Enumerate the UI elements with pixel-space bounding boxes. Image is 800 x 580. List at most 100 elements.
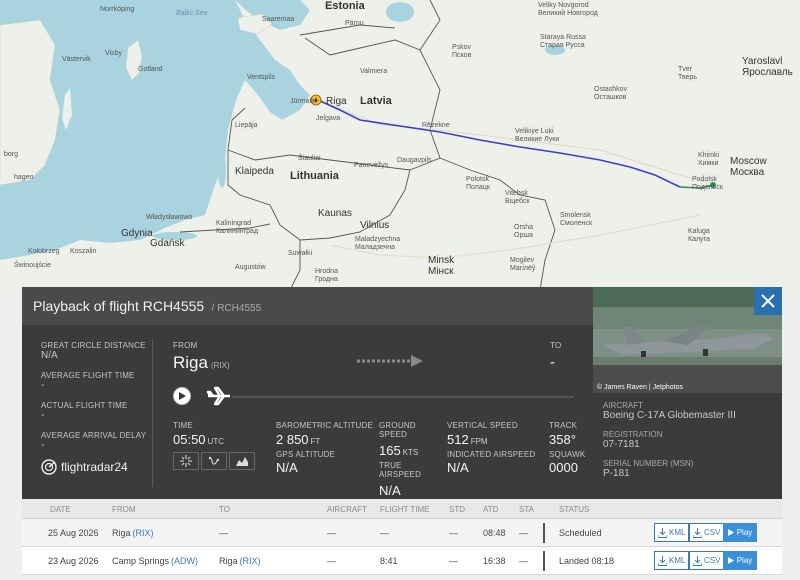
label-tver: Tver Тверь [678, 66, 698, 81]
label-vitebsk: Vitebsk Віцебск [505, 190, 530, 205]
header-date: DATE [50, 505, 71, 514]
header-aircraft: AIRCRAFT [327, 505, 367, 514]
great-circle-distance-value: N/A [41, 350, 58, 361]
cell-to-code[interactable]: (RIX) [240, 556, 261, 566]
label-daugavpils: Daugavpils [397, 157, 432, 164]
from-label: FROM [173, 341, 198, 350]
play-icon [727, 557, 734, 564]
label-siauliai: Šiauliai [298, 155, 321, 162]
download-icon [658, 527, 667, 538]
aircraft-value: Boeing C-17A Globemaster III [603, 410, 736, 421]
cell-aircraft: — [327, 556, 336, 566]
kml-download-button[interactable]: KML [654, 523, 690, 542]
serial-number-label: SERIAL NUMBER (MSN) [603, 459, 694, 468]
actual-flight-time-label: ACTUAL FLIGHT TIME [41, 401, 128, 410]
label-kaunas: Kaunas [318, 208, 352, 219]
graph-icon [236, 457, 248, 466]
vertical-speed-value: 512 [447, 432, 469, 447]
label-polotsk: Polotsk Полацк [466, 176, 490, 191]
cell-from-city: Riga [112, 528, 131, 538]
cell-from-code[interactable]: (ADW) [171, 556, 198, 566]
download-icon [693, 555, 702, 566]
playback-timeline[interactable] [232, 396, 574, 398]
route-icon [208, 456, 220, 465]
label-saaremaa: Saaremaa [262, 16, 295, 23]
table-row[interactable]: 25 Aug 2026 Riga (RIX) — — — — 08:48 — Sc… [22, 519, 782, 547]
altitude-graph-button[interactable] [229, 452, 255, 470]
baro-altitude-value: 2 850 [276, 432, 309, 447]
label-koszalin: Koszalin [70, 248, 97, 255]
label-yaroslavl: Yaroslavl Ярославль [742, 56, 793, 78]
cell-std: — [449, 528, 458, 538]
label-parnu: Pärnu [345, 20, 364, 27]
ground-speed-value: 165 [379, 443, 401, 458]
playback-play-button[interactable] [173, 387, 191, 405]
flight-history-table: DATE FROM TO AIRCRAFT FLIGHT TIME STD AT… [22, 499, 782, 580]
lake-peipus [386, 2, 414, 22]
label-ventspils: Ventspils [247, 74, 276, 81]
label-vilnius: Vilnius [360, 220, 390, 231]
registration-value: 07-7181 [603, 439, 640, 450]
aircraft-info: AIRCRAFT Boeing C-17A Globemaster III RE… [593, 393, 782, 499]
csv-download-button[interactable]: CSV [689, 551, 725, 570]
kml-label: KML [669, 528, 686, 537]
label-podolsk: Podolsk Подольск [692, 176, 723, 191]
panel-callsign: / RCH4555 [211, 303, 262, 314]
csv-download-button[interactable]: CSV [689, 523, 725, 542]
indicated-airspeed-label: INDICATED AIRSPEED [447, 450, 536, 459]
cell-flight-time: 8:41 [380, 556, 398, 566]
label-khimki: Khimki Химки [698, 152, 720, 167]
panel-header: Playback of flight RCH4555 / RCH4555 [22, 287, 593, 325]
panel-title: Playback of flight RCH4555 [33, 298, 205, 314]
route-toggle-button[interactable] [201, 452, 227, 470]
belarus-russia-border [439, 157, 556, 290]
true-airspeed-label: TRUE AIRSPEED [379, 461, 422, 479]
table-row[interactable]: 23 Aug 2026 Camp Springs (ADW) Riga (RIX) … [22, 547, 782, 575]
flight-playback-panel: Playback of flight RCH4555 / RCH4555 GRE… [22, 287, 782, 499]
header-sta: STA [519, 505, 534, 514]
map-center-button[interactable] [173, 452, 199, 470]
label-klaipeda: Klaipeda [235, 166, 274, 177]
cell-to-city: — [219, 528, 228, 538]
label-lithuania: Lithuania [290, 170, 339, 182]
cell-from-city: Camp Springs [112, 556, 170, 566]
indicated-airspeed-value: N/A [447, 460, 469, 475]
label-mogilev: Mogilev Магілёў [510, 257, 536, 272]
estonia-russia-border [419, 0, 441, 51]
flightradar24-logo: flightradar24 [41, 459, 128, 475]
label-hagen: hagen [14, 174, 34, 181]
kml-download-button[interactable]: KML [654, 551, 690, 570]
crosshair-icon [180, 455, 192, 467]
cell-date: 25 Aug 2026 [48, 528, 99, 538]
label-gdynia: Gdynia [121, 228, 153, 239]
flight-map[interactable]: Estonia Latvia Lithuania Baltic Sea Riga… [0, 0, 800, 290]
label-gdansk: Gdańsk [150, 238, 185, 249]
photo-credit: © James Raven | Jetphotos [597, 384, 683, 391]
label-valmiera: Valmiera [360, 68, 388, 75]
label-wladyslawowo: Władysławowo [146, 214, 193, 221]
play-flight-button[interactable]: Play [723, 523, 757, 542]
ground-speed-unit: KTS [402, 448, 419, 457]
label-visby: Visby [105, 50, 122, 57]
play-label: Play [736, 528, 753, 537]
label-hrodna: Hrodna Гродна [315, 268, 338, 283]
average-arrival-delay-value: - [41, 440, 45, 451]
time-value: 05:50 [173, 432, 206, 447]
cell-std: — [449, 556, 458, 566]
poland-belarus-border [289, 240, 301, 290]
header-status: STATUS [559, 505, 590, 514]
flight-route-path [317, 99, 681, 188]
play-flight-button[interactable]: Play [723, 551, 757, 570]
from-airport: Riga (RIX) [173, 353, 230, 375]
from-code: (RIX) [210, 361, 230, 370]
cell-from: Riga (RIX) [112, 528, 154, 538]
download-icon [658, 555, 667, 566]
label-suwalki: Suwałki [288, 250, 313, 257]
timeline-plane-icon[interactable] [206, 386, 232, 406]
true-airspeed-value: N/A [379, 483, 401, 498]
cell-from-code[interactable]: (RIX) [133, 528, 154, 538]
registration-label: REGISTRATION [603, 430, 663, 439]
label-jurmala: Jūrmala [290, 98, 315, 105]
close-panel-button[interactable] [754, 287, 782, 315]
kml-label: KML [669, 556, 686, 565]
